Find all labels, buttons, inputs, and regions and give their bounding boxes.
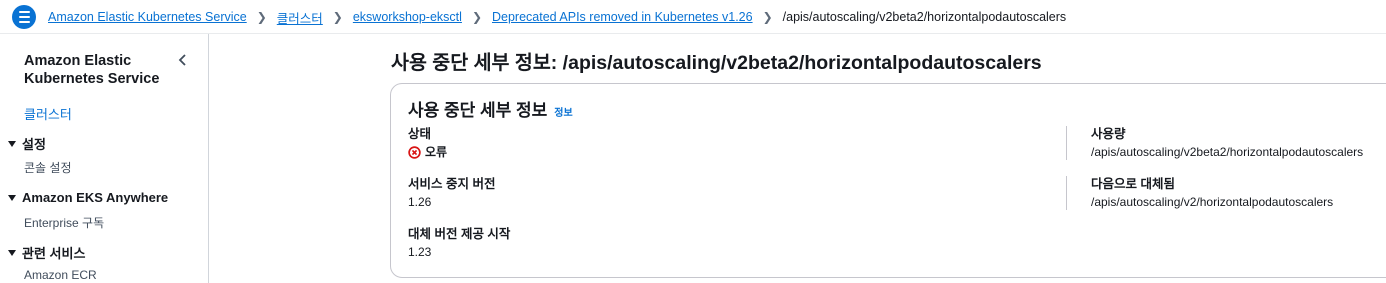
- deprecation-details-card: 사용 중단 세부 정보 정보 상태 오류 서비스 중지 버전 1.26 대체 버…: [390, 83, 1386, 278]
- sidebar-item-console-settings[interactable]: 콘솔 설정: [24, 159, 72, 176]
- sidebar-section-settings[interactable]: 설정: [8, 134, 46, 153]
- breadcrumb-clusters[interactable]: 클러스터: [277, 8, 323, 27]
- sidebar-section-label: 관련 서비스: [22, 246, 86, 261]
- replacement-start-field: 대체 버전 제공 시작 1.23: [408, 226, 510, 260]
- chevron-right-icon: ❯: [332, 10, 343, 24]
- page-title: 사용 중단 세부 정보: /apis/autoscaling/v2beta2/h…: [391, 52, 1042, 74]
- replacement-start-value: 1.23: [408, 245, 432, 259]
- chevron-right-icon: ❯: [256, 10, 267, 24]
- caret-down-icon: [8, 249, 16, 256]
- replaced-by-label: 다음으로 대체됨: [1091, 177, 1175, 191]
- top-navigation-bar: Amazon Elastic Kubernetes Service ❯ 클러스터…: [0, 0, 1386, 34]
- sidebar-section-related-services[interactable]: 관련 서비스: [8, 243, 85, 262]
- hamburger-menu-icon[interactable]: [12, 5, 36, 29]
- breadcrumb-eks[interactable]: Amazon Elastic Kubernetes Service: [48, 10, 247, 24]
- sidebar-section-label: 설정: [22, 137, 46, 152]
- replacement-start-label: 대체 버전 제공 시작: [408, 227, 511, 241]
- sidebar-title[interactable]: Amazon Elastic Kubernetes Service: [24, 52, 174, 88]
- status-field: 상태 오류: [408, 126, 447, 160]
- breadcrumb-cluster-name[interactable]: eksworkshop-eksctl: [353, 10, 462, 24]
- card-title: 사용 중단 세부 정보: [408, 101, 548, 120]
- info-link[interactable]: 정보: [554, 104, 572, 119]
- breadcrumb-current: /apis/autoscaling/v2beta2/horizontalpoda…: [782, 10, 1067, 24]
- usage-field: 사용량 /apis/autoscaling/v2beta2/horizontal…: [1091, 126, 1363, 160]
- replaced-by-value: /apis/autoscaling/v2/horizontalpodautosc…: [1091, 195, 1334, 209]
- deprecated-version-value: 1.26: [408, 195, 432, 209]
- usage-value: /apis/autoscaling/v2beta2/horizontalpoda…: [1091, 145, 1364, 159]
- caret-down-icon: [8, 140, 16, 147]
- deprecated-version-label: 서비스 중지 버전: [408, 177, 496, 191]
- usage-label: 사용량: [1091, 127, 1126, 141]
- sidebar-item-ecr[interactable]: Amazon ECR: [24, 268, 97, 282]
- deprecated-version-field: 서비스 중지 버전 1.26: [408, 176, 495, 210]
- collapse-sidebar-icon[interactable]: [175, 52, 191, 68]
- chevron-right-icon: ❯: [471, 10, 482, 24]
- breadcrumb: Amazon Elastic Kubernetes Service ❯ 클러스터…: [48, 0, 1066, 34]
- chevron-right-icon: ❯: [762, 10, 773, 24]
- caret-down-icon: [8, 194, 16, 201]
- sidebar-section-eks-anywhere[interactable]: Amazon EKS Anywhere: [8, 190, 168, 205]
- status-value: 오류: [425, 145, 448, 159]
- sidebar-item-clusters[interactable]: 클러스터: [24, 104, 72, 123]
- column-divider: [1066, 126, 1067, 160]
- status-label: 상태: [408, 127, 432, 141]
- sidebar-section-label: Amazon EKS Anywhere: [22, 190, 169, 205]
- replaced-by-field: 다음으로 대체됨 /apis/autoscaling/v2/horizontal…: [1091, 176, 1333, 210]
- status-badge: 오류: [408, 144, 447, 160]
- sidebar-item-enterprise-subscription[interactable]: Enterprise 구독: [24, 214, 104, 231]
- breadcrumb-deprecated-apis[interactable]: Deprecated APIs removed in Kubernetes v1…: [492, 10, 753, 24]
- error-icon: [408, 145, 421, 159]
- card-header: 사용 중단 세부 정보 정보: [408, 96, 573, 121]
- column-divider: [1066, 176, 1067, 210]
- side-navigation: Amazon Elastic Kubernetes Service 클러스터 설…: [0, 34, 209, 283]
